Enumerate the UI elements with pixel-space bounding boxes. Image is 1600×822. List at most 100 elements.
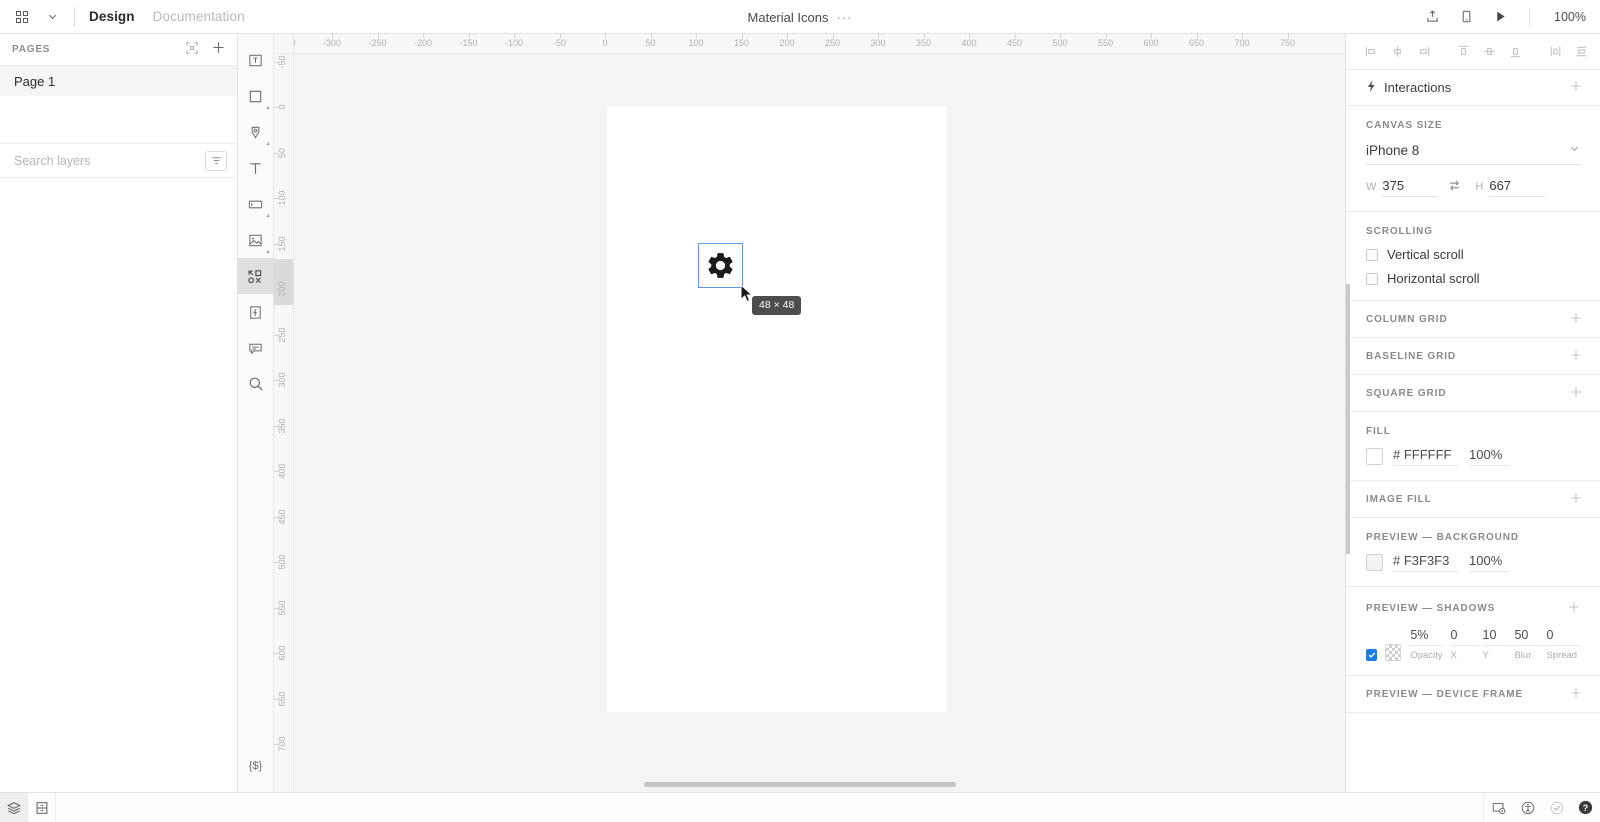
add-page-button[interactable] — [212, 41, 225, 59]
distribute-grid-button[interactable] — [1596, 41, 1600, 63]
ruler-label: 500 — [1052, 38, 1068, 48]
align-center-horizontal-button[interactable] — [1386, 41, 1408, 63]
align-bottom-button[interactable] — [1504, 41, 1526, 63]
ruler-label: 150 — [733, 38, 750, 48]
status-check-button[interactable] — [1542, 793, 1571, 822]
add-baseline-grid-button[interactable] — [1570, 349, 1582, 364]
ruler-label: 250 — [277, 326, 287, 343]
preview-play-button[interactable] — [1485, 4, 1515, 30]
help-circle-icon: ? — [1578, 800, 1593, 815]
assets-panel-toggle[interactable] — [28, 792, 56, 822]
preview-background-opacity-input[interactable]: 100% — [1469, 553, 1509, 572]
add-column-grid-button[interactable] — [1570, 312, 1582, 327]
baseline-grid-section[interactable]: BASELINE GRID — [1346, 338, 1600, 375]
distribute-horizontal-button[interactable] — [1544, 41, 1566, 63]
tab-design[interactable]: Design — [89, 9, 135, 24]
canvas-height-field[interactable]: H 667 — [1475, 178, 1546, 197]
column-grid-section[interactable]: COLUMN GRID — [1346, 301, 1600, 338]
rectangle-tool[interactable] — [238, 78, 274, 114]
vector-tool[interactable] — [238, 114, 274, 150]
align-middle-vertical-icon — [1483, 48, 1495, 55]
zoom-level-value[interactable]: 100% — [1544, 10, 1586, 24]
add-interaction-button[interactable] — [1570, 80, 1582, 95]
vertical-scroll-checkbox[interactable] — [1366, 248, 1378, 261]
align-right-icon — [1419, 46, 1429, 57]
help-button[interactable]: ? — [1571, 793, 1600, 822]
comment-tool[interactable] — [238, 330, 274, 366]
add-shadow-button[interactable] — [1568, 601, 1580, 616]
symbol-tool[interactable] — [237, 258, 274, 294]
fill-hex-input[interactable]: # FFFFFF — [1393, 447, 1459, 466]
shadow-spread-field[interactable]: 0 Spread — [1546, 628, 1580, 661]
zoom-tool[interactable] — [238, 366, 274, 402]
shadow-x-field[interactable]: 0 X — [1450, 628, 1479, 661]
selected-symbol-gear[interactable] — [698, 243, 743, 288]
align-left-button[interactable] — [1360, 41, 1382, 63]
shadow-opacity-field[interactable]: 5% Opacity — [1410, 628, 1443, 661]
shadow-y-value: 10 — [1482, 628, 1511, 646]
text-tool[interactable] — [238, 150, 274, 186]
canvas-size-preset-select[interactable]: iPhone 8 — [1366, 141, 1580, 165]
shadow-y-field[interactable]: 10 Y — [1482, 628, 1511, 661]
size-tooltip: 48 × 48 — [752, 296, 802, 315]
layers-panel-toggle[interactable] — [0, 792, 28, 822]
preview-shadows-block: PREVIEW — SHADOWS 5% Opacity 0 X 10 Y 50… — [1346, 587, 1600, 676]
shadow-blur-field[interactable]: 50 Blur — [1514, 628, 1543, 661]
add-image-fill-button[interactable] — [1570, 492, 1582, 507]
square-grid-section[interactable]: SQUARE GRID — [1346, 375, 1600, 412]
horizontal-ruler[interactable]: -350-300-250-200-150-100-500501001502002… — [274, 34, 1345, 54]
tool-corner-indicator — [265, 214, 269, 217]
align-middle-vertical-button[interactable] — [1478, 41, 1500, 63]
artboard-tool[interactable] — [238, 42, 274, 78]
image-fill-section[interactable]: IMAGE FILL — [1346, 481, 1600, 518]
distribute-horizontal-icon — [1550, 46, 1560, 57]
accessibility-button[interactable] — [1513, 793, 1542, 822]
artboard-iphone8[interactable] — [607, 107, 947, 712]
preview-background-hex-input[interactable]: # F3F3F3 — [1393, 553, 1459, 572]
mode-tabs: Design Documentation — [89, 9, 245, 24]
fill-color-swatch[interactable] — [1366, 448, 1383, 465]
search-input[interactable] — [14, 153, 197, 168]
width-input-value[interactable]: 375 — [1382, 178, 1439, 197]
inspector-panel: Interactions CANVAS SIZE iPhone 8 W 375 … — [1345, 34, 1600, 792]
inspector-scroll-indicator[interactable] — [1346, 284, 1350, 554]
canvas-area[interactable]: -350-300-250-200-150-100-500501001502002… — [274, 34, 1345, 792]
layer-list[interactable] — [0, 178, 237, 792]
code-tool[interactable]: {$} — [238, 748, 274, 784]
apps-grid-button[interactable] — [8, 4, 36, 30]
page-list-item[interactable]: Page 1 — [0, 66, 237, 96]
plus-icon — [1571, 687, 1581, 698]
distribute-vertical-button[interactable] — [1570, 41, 1592, 63]
fill-opacity-input[interactable]: 100% — [1469, 447, 1509, 466]
interactions-row[interactable]: Interactions — [1346, 70, 1600, 106]
canvas-width-field[interactable]: W 375 — [1366, 178, 1439, 197]
shadow-color-swatch[interactable] — [1385, 644, 1402, 661]
vertical-ruler[interactable]: -50 0 50 100 150 200 250 300 350 400 450 500 550 600 6… — [274, 54, 294, 792]
layer-filter-button[interactable] — [205, 150, 227, 171]
canvas-horizontal-scrollbar[interactable] — [644, 782, 956, 787]
align-right-button[interactable] — [1412, 41, 1434, 63]
canvas-viewport[interactable]: 48 × 48 — [294, 54, 1345, 792]
export-button[interactable] — [1417, 4, 1447, 30]
vertical-scroll-option[interactable]: Vertical scroll — [1366, 247, 1580, 262]
fit-frame-button[interactable] — [186, 41, 198, 59]
image-tool[interactable] — [238, 222, 274, 258]
swap-dimensions-button[interactable] — [1448, 179, 1461, 197]
preview-device-frame-section[interactable]: PREVIEW — DEVICE FRAME — [1346, 676, 1600, 713]
mirror-device-button[interactable] — [1451, 4, 1481, 30]
document-menu-button[interactable]: ··· — [836, 10, 852, 25]
add-device-frame-button[interactable] — [1570, 687, 1582, 702]
align-top-button[interactable] — [1452, 41, 1474, 63]
interaction-tool[interactable] — [238, 294, 274, 330]
account-chevron-button[interactable] — [38, 4, 66, 30]
screenshot-settings-button[interactable] — [1484, 793, 1513, 822]
shadow-enabled-checkbox[interactable] — [1366, 649, 1378, 661]
preview-background-swatch[interactable] — [1366, 554, 1383, 571]
tab-documentation[interactable]: Documentation — [153, 9, 245, 24]
horizontal-scroll-option[interactable]: Horizontal scroll — [1366, 271, 1580, 286]
ruler-label: 550 — [1097, 38, 1114, 48]
input-tool[interactable] — [238, 186, 274, 222]
horizontal-scroll-checkbox[interactable] — [1366, 272, 1378, 285]
add-square-grid-button[interactable] — [1570, 386, 1582, 401]
height-input-value[interactable]: 667 — [1489, 178, 1546, 197]
